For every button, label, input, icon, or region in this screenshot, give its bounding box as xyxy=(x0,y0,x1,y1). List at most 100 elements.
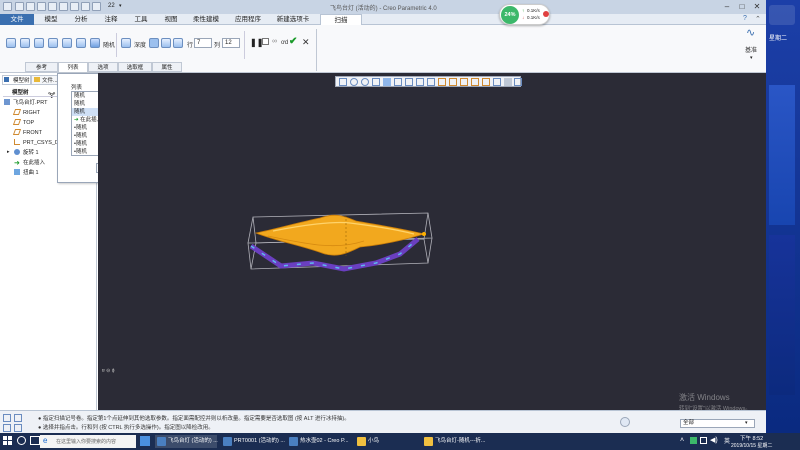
tab-flexible-modeling[interactable]: 柔性建模 xyxy=(186,14,226,25)
filter-dropdown-icon[interactable]: ▾ xyxy=(745,420,748,426)
depth-label: 深度 xyxy=(134,43,147,49)
tree-header: 模型树 xyxy=(12,90,29,96)
subtab-references[interactable]: 参考 xyxy=(25,62,58,72)
taskbar-search-box[interactable]: e 在这里输入你要搜索的内容 xyxy=(40,435,136,448)
model-tree-toggle-icon[interactable] xyxy=(3,424,11,432)
expand-icon[interactable]: ▸ xyxy=(7,149,10,155)
clock-date[interactable]: 2019/10/15 星期二 xyxy=(731,442,772,449)
regenerate-icon[interactable] xyxy=(70,2,79,11)
cancel-icon[interactable]: ✕ xyxy=(302,37,310,48)
tree-item-warp[interactable]: 扭曲 1 xyxy=(14,168,39,178)
new-file-icon[interactable] xyxy=(15,2,24,11)
redo-icon[interactable] xyxy=(59,2,68,11)
tree-item-insert-here[interactable]: ➜ 在此插入 xyxy=(14,158,45,168)
creo-window-icon xyxy=(223,437,232,446)
tab-new-tab[interactable]: 新建选项卡 xyxy=(270,14,316,25)
clock-time[interactable]: 下午 8:52 xyxy=(740,434,763,442)
taskbar-item-flying-bird-lamp[interactable]: 飞鸟台灯 (活动的) ... xyxy=(155,435,218,448)
symmetric-icon[interactable] xyxy=(173,38,183,48)
tab-tools[interactable]: 工具 xyxy=(126,14,156,25)
volume-icon[interactable]: ◀) xyxy=(710,436,718,444)
task-view-icon[interactable] xyxy=(30,436,40,445)
transform-icon[interactable] xyxy=(6,38,16,48)
column-input[interactable]: 12 xyxy=(222,38,240,48)
activate-windows-subtitle: 转到"设置"以激活 Windows。 xyxy=(679,406,751,412)
warp-icon[interactable] xyxy=(20,38,30,48)
subtab-options[interactable]: 选项 xyxy=(88,62,118,72)
fullscreen-icon[interactable] xyxy=(14,424,22,432)
desktop-widget-label: 星期二 xyxy=(769,36,788,42)
ok-icon[interactable]: ✔ xyxy=(289,36,297,47)
tree-item-revolve[interactable]: 旋转 1 xyxy=(14,148,39,158)
taskbar-item-lamp-folder[interactable]: 飞鸟台灯-随机---折... xyxy=(422,435,486,448)
tray-app-icon[interactable] xyxy=(690,437,697,444)
speed-boost-icon[interactable] xyxy=(543,11,549,17)
preview-checkbox[interactable] xyxy=(262,38,269,45)
graphics-viewport[interactable]: ɐ ⊖ ɸ xyxy=(98,73,766,410)
glasses-icon[interactable]: ∞ xyxy=(272,38,277,45)
datum-wave-icon[interactable]: ∿ xyxy=(746,26,755,39)
sculpt-icon[interactable] xyxy=(90,38,100,48)
window-icon[interactable] xyxy=(81,2,90,11)
spine-icon[interactable] xyxy=(34,38,44,48)
help-icon[interactable]: ? xyxy=(743,15,747,22)
row-label: 行 xyxy=(187,43,194,49)
tree-item-part[interactable]: 飞鸟台灯.PRT xyxy=(4,98,47,108)
bend-icon[interactable] xyxy=(62,38,72,48)
network-icon[interactable] xyxy=(700,437,707,444)
datum-dropdown-icon[interactable]: ▾ xyxy=(750,55,753,61)
taskbar-item-bird-folder[interactable]: 小鸟 xyxy=(355,435,419,448)
save-icon[interactable] xyxy=(37,2,46,11)
drag-handle[interactable] xyxy=(422,232,426,236)
cortana-icon[interactable] xyxy=(17,436,26,445)
ime-indicator[interactable]: 英 xyxy=(724,436,730,445)
network-monitor-widget[interactable]: 24% ↑ 0.1K/s ↓ 0.1K/s xyxy=(499,4,550,25)
revolve-icon xyxy=(14,149,20,155)
upload-arrow-icon: ↑ xyxy=(522,8,525,13)
message-toggle-icon[interactable] xyxy=(3,414,11,422)
search-placeholder: 在这里输入你要搜索的内容 xyxy=(56,439,117,445)
twist-icon[interactable] xyxy=(76,38,86,48)
cut-label: 随机 xyxy=(103,43,116,49)
minimize-ribbon-icon[interactable]: ⌃ xyxy=(755,15,761,23)
grid-icon[interactable] xyxy=(121,38,131,48)
subtab-marquee[interactable]: 选取框 xyxy=(118,62,152,72)
tab-annotate[interactable]: 注释 xyxy=(96,14,126,25)
row-input[interactable]: 7 xyxy=(194,38,212,48)
warped-body[interactable] xyxy=(254,214,426,256)
tree-item-front[interactable]: FRONT xyxy=(12,128,42,138)
taskbar-item-kettle[interactable]: 热水壶02 - Creo P... xyxy=(287,435,351,448)
one-side-icon[interactable] xyxy=(149,38,159,48)
close-icon[interactable]: ✕ xyxy=(750,1,764,12)
pinned-creo-icon[interactable] xyxy=(140,436,150,446)
tab-file[interactable]: 文件 xyxy=(0,14,34,25)
close-window-icon[interactable] xyxy=(92,2,101,11)
subtab-properties[interactable]: 属性 xyxy=(152,62,182,72)
open-file-icon[interactable] xyxy=(26,2,35,11)
undo-icon[interactable] xyxy=(48,2,57,11)
maximize-icon[interactable]: □ xyxy=(735,1,749,12)
tab-view[interactable]: 视图 xyxy=(156,14,186,25)
csys-icon xyxy=(14,139,20,145)
selection-filter[interactable]: 全部 xyxy=(680,419,755,428)
windows-start-icon[interactable] xyxy=(3,436,13,446)
tree-item-top[interactable]: TOP xyxy=(12,118,34,128)
tree-item-right[interactable]: RIGHT xyxy=(12,108,40,118)
window-title: 飞鸟台灯 (活动的) - Creo Parametric 4.0 xyxy=(330,6,437,12)
qat-dropdown-icon[interactable]: ▾ xyxy=(119,3,122,9)
stretch-icon[interactable] xyxy=(48,38,58,48)
tab-applications[interactable]: 应用程序 xyxy=(228,14,268,25)
subtab-list[interactable]: 列表 xyxy=(58,62,88,72)
tab-analysis[interactable]: 分析 xyxy=(66,14,96,25)
column-label: 列 xyxy=(214,43,221,49)
browser-toggle-icon[interactable] xyxy=(14,414,22,422)
edge-icon: e xyxy=(43,436,48,445)
tab-model[interactable]: 模型 xyxy=(36,14,66,25)
taskbar-item-prt0001[interactable]: PRT0001 (活动的) ... xyxy=(221,435,285,448)
tree-settings-icon[interactable]: 🝖 xyxy=(48,86,56,103)
minimize-icon[interactable]: – xyxy=(720,1,734,12)
tray-chevron-icon[interactable]: ˄ xyxy=(680,437,684,444)
two-side-icon[interactable] xyxy=(161,38,171,48)
desktop-widget-icon[interactable] xyxy=(769,5,795,25)
folder-icon xyxy=(357,437,366,446)
